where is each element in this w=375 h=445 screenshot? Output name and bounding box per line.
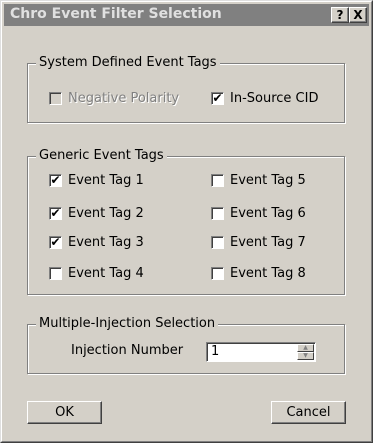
event-tag-1-label: Event Tag 1 — [68, 173, 144, 188]
injection-number-label: Injection Number — [71, 343, 184, 358]
event-tag-5-label: Event Tag 5 — [230, 173, 306, 188]
injection-number-value[interactable]: 1 — [211, 344, 219, 359]
ok-button[interactable]: OK — [27, 401, 102, 424]
event-tag-3-checkbox[interactable]: ✔ Event Tag 3 — [49, 235, 144, 250]
event-tag-8-checkbox[interactable]: Event Tag 8 — [211, 266, 306, 281]
event-tag-6-checkbox[interactable]: Event Tag 6 — [211, 206, 306, 221]
event-tag-6-box[interactable] — [211, 207, 224, 220]
event-tag-5-checkbox[interactable]: Event Tag 5 — [211, 173, 306, 188]
event-tag-4-label: Event Tag 4 — [68, 266, 144, 281]
event-tag-4-box[interactable] — [49, 267, 62, 280]
multiple-injection-group-label: Multiple-Injection Selection — [36, 316, 219, 331]
title-bar[interactable]: Chro Event Filter Selection ? X — [4, 4, 369, 26]
close-button[interactable]: X — [349, 7, 367, 23]
event-tag-2-box[interactable]: ✔ — [49, 207, 62, 220]
event-tag-2-checkbox[interactable]: ✔ Event Tag 2 — [49, 206, 144, 221]
event-tag-3-label: Event Tag 3 — [68, 235, 144, 250]
event-tag-8-box[interactable] — [211, 267, 224, 280]
event-tag-4-checkbox[interactable]: Event Tag 4 — [49, 266, 144, 281]
spin-down-arrow-icon[interactable]: ▼ — [297, 352, 314, 360]
event-tag-6-label: Event Tag 6 — [230, 206, 306, 221]
injection-number-spinbox[interactable]: 1 ▲ ▼ — [206, 342, 316, 362]
event-tag-7-label: Event Tag 7 — [230, 235, 306, 250]
system-defined-group-label: System Defined Event Tags — [36, 55, 220, 70]
event-tag-7-box[interactable] — [211, 236, 224, 249]
in-source-cid-box[interactable]: ✔ — [211, 92, 224, 105]
event-tag-3-box[interactable]: ✔ — [49, 236, 62, 249]
negative-polarity-checkbox[interactable]: Negative Polarity — [49, 91, 179, 106]
event-tag-2-label: Event Tag 2 — [68, 206, 144, 221]
negative-polarity-box[interactable] — [49, 92, 62, 105]
dialog-window: Chro Event Filter Selection ? X System D… — [0, 0, 373, 443]
event-tag-5-box[interactable] — [211, 174, 224, 187]
help-button[interactable]: ? — [331, 7, 349, 23]
negative-polarity-label: Negative Polarity — [68, 91, 180, 106]
cancel-button[interactable]: Cancel — [271, 401, 346, 424]
window-title: Chro Event Filter Selection — [10, 6, 222, 22]
generic-event-tags-group-label: Generic Event Tags — [36, 148, 167, 163]
event-tag-7-checkbox[interactable]: Event Tag 7 — [211, 235, 306, 250]
event-tag-1-box[interactable]: ✔ — [49, 174, 62, 187]
spin-up-arrow-icon[interactable]: ▲ — [297, 344, 314, 352]
in-source-cid-label: In-Source CID — [230, 91, 319, 106]
event-tag-8-label: Event Tag 8 — [230, 266, 306, 281]
in-source-cid-checkbox[interactable]: ✔ In-Source CID — [211, 91, 318, 106]
event-tag-1-checkbox[interactable]: ✔ Event Tag 1 — [49, 173, 144, 188]
